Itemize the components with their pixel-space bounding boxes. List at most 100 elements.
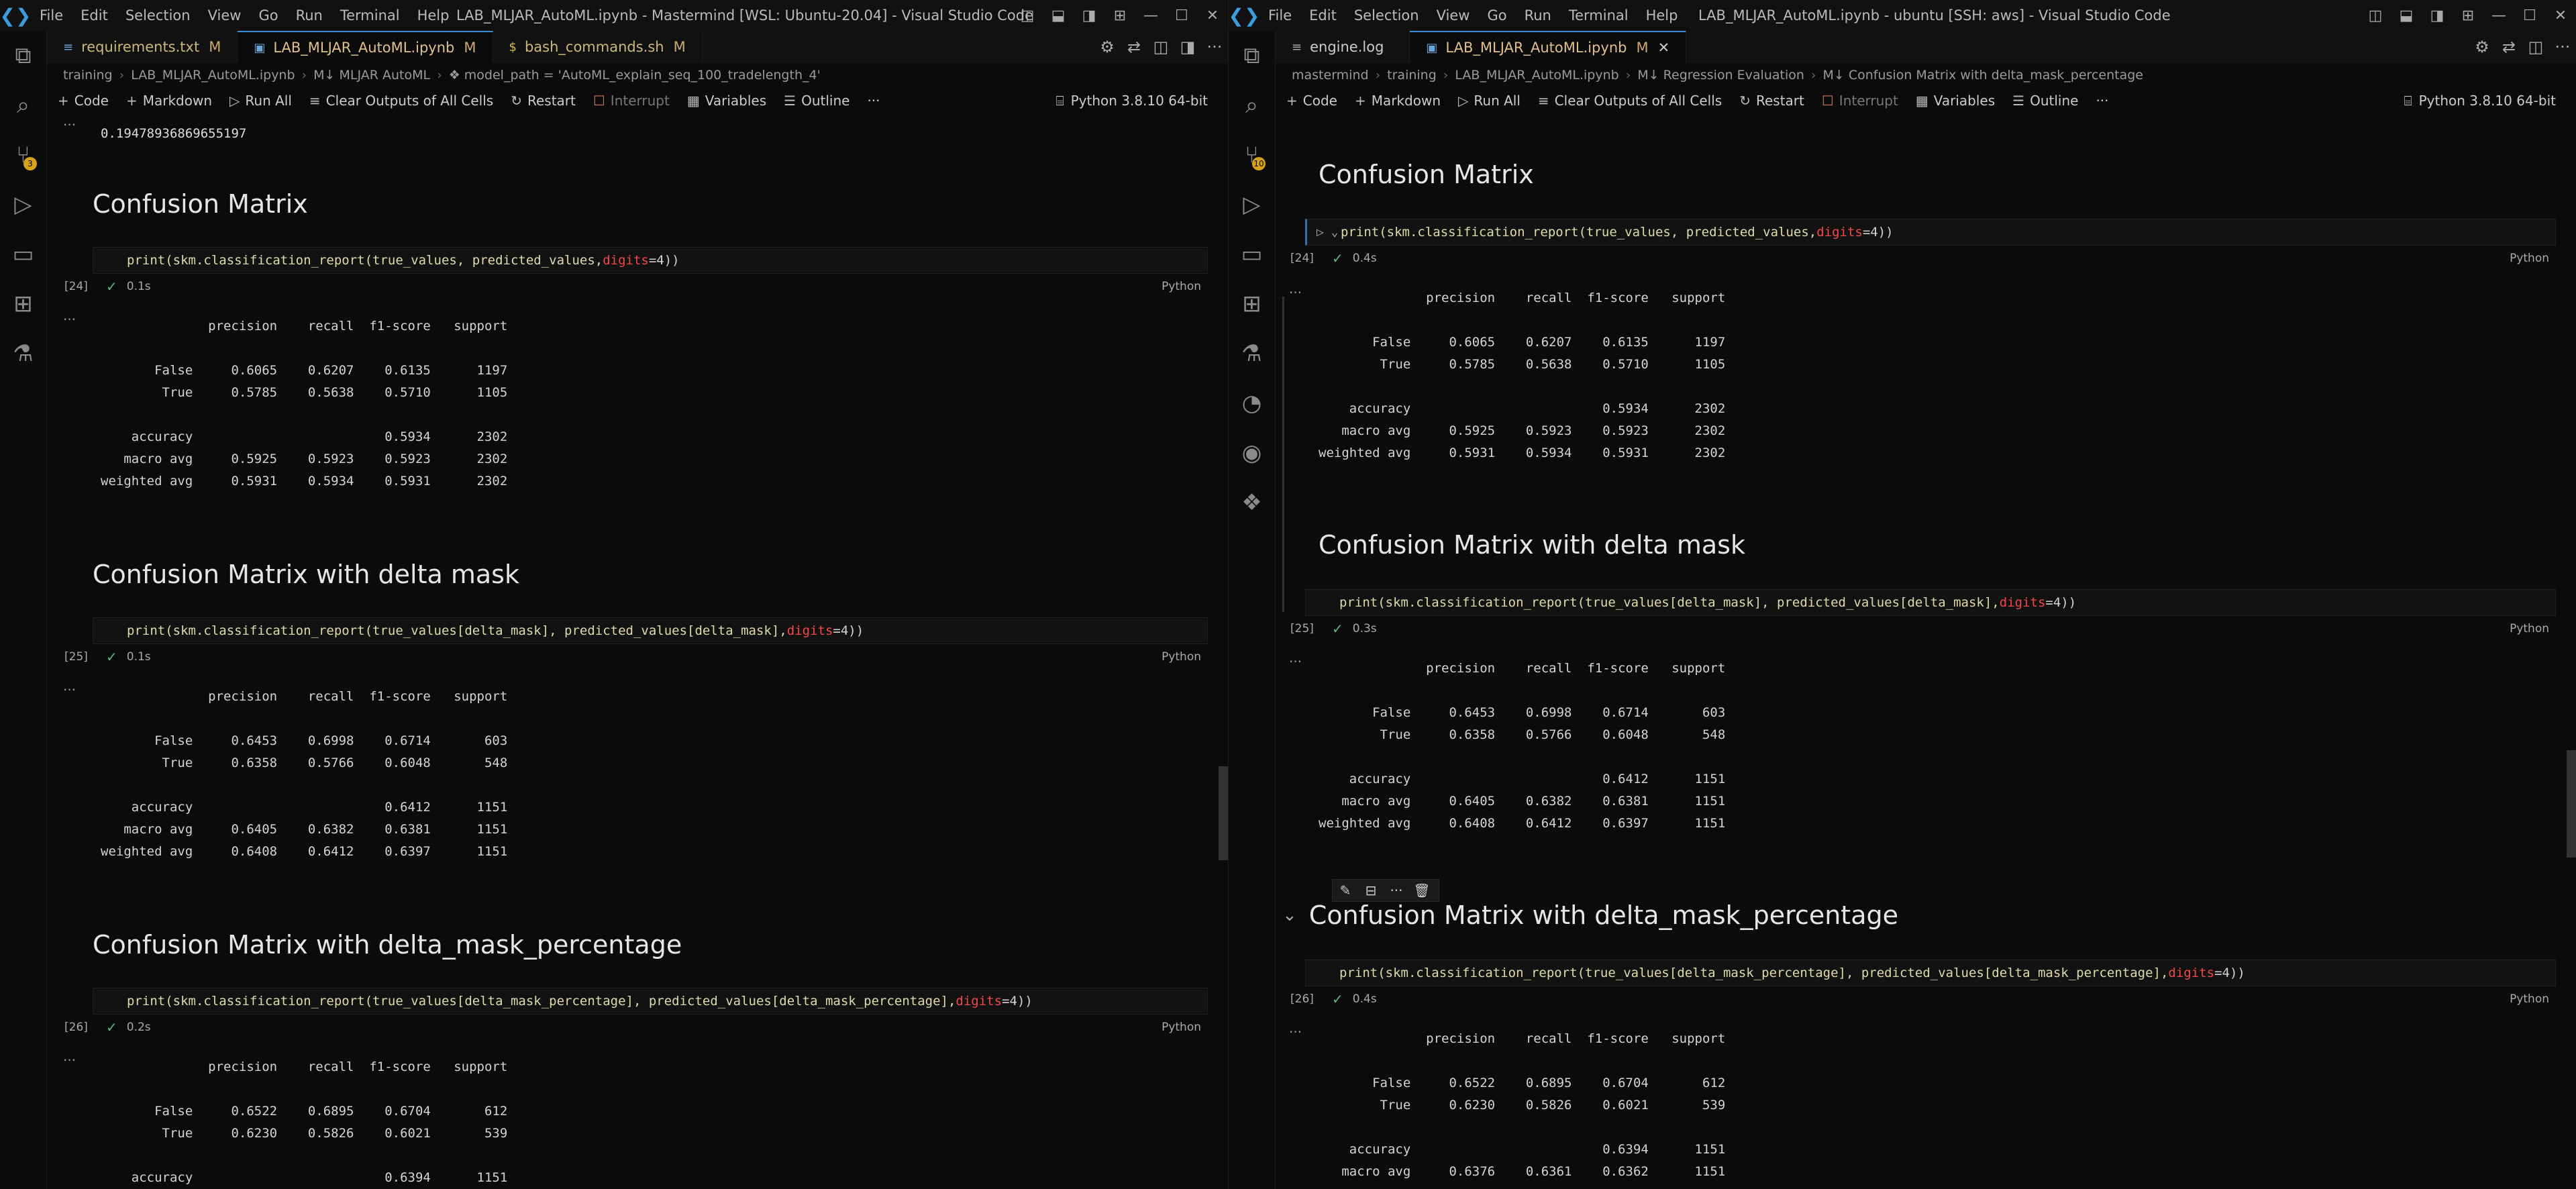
- cell-language[interactable]: Python: [1162, 280, 1201, 293]
- chevron-down-icon[interactable]: ⌄: [1282, 905, 1297, 925]
- cell-language[interactable]: Python: [2510, 252, 2549, 265]
- minimize-icon[interactable]: —: [1135, 7, 1166, 24]
- code-cell[interactable]: print(skm.classification_report(true_val…: [93, 247, 1208, 274]
- compare-icon[interactable]: ⇄: [1121, 38, 1147, 56]
- explorer-icon[interactable]: ⧉: [1229, 31, 1275, 81]
- menu-run[interactable]: Run: [1516, 7, 1560, 23]
- compare-icon[interactable]: ⇄: [2495, 38, 2522, 56]
- code-cell[interactable]: ▷ ⌄ print(skm.classification_report(true_…: [1305, 219, 2556, 246]
- testing-icon[interactable]: ⚗: [0, 329, 46, 378]
- markdown-heading[interactable]: Confusion Matrix with delta_mask_percent…: [93, 925, 682, 965]
- github-icon[interactable]: ◉: [1229, 428, 1275, 478]
- interrupt-button[interactable]: ☐ Interrupt: [1822, 93, 1898, 109]
- menu-go[interactable]: Go: [1478, 7, 1515, 23]
- markdown-heading[interactable]: Confusion Matrix with delta mask: [1319, 525, 1745, 565]
- menu-help[interactable]: Help: [1637, 7, 1687, 23]
- breadcrumb-item[interactable]: M↓ MLJAR AutoML: [313, 68, 430, 83]
- more-actions-icon[interactable]: ···: [1201, 38, 1228, 56]
- menu-edit[interactable]: Edit: [1300, 7, 1345, 23]
- cell-language[interactable]: Python: [1162, 650, 1201, 664]
- scrollbar[interactable]: [2567, 750, 2576, 858]
- markdown-heading[interactable]: Confusion Matrix with delta mask: [93, 554, 519, 594]
- kernel-picker[interactable]: ⌸ Python 3.8.10 64-bit: [1056, 87, 1208, 114]
- clear-outputs-button[interactable]: ≡ Clear Outputs of All Cells: [1538, 93, 1722, 109]
- add-code-button[interactable]: + Code: [1286, 93, 1337, 109]
- toggle-sidebar-icon[interactable]: ◫: [2360, 7, 2391, 24]
- remote-explorer-icon[interactable]: ▭: [1229, 229, 1275, 279]
- source-control-icon[interactable]: ⑂ 3: [0, 130, 46, 180]
- menu-view[interactable]: View: [1428, 7, 1479, 23]
- output-more-icon[interactable]: ···: [1289, 654, 1302, 670]
- extensions-icon[interactable]: ⊞: [0, 279, 46, 329]
- cell-language[interactable]: Python: [2510, 992, 2549, 1006]
- add-markdown-button[interactable]: + Markdown: [1355, 93, 1441, 109]
- cell-language[interactable]: Python: [2510, 622, 2549, 635]
- close-icon[interactable]: ✕: [2545, 7, 2576, 24]
- markdown-heading[interactable]: ⌄ Confusion Matrix with delta_mask_percen…: [1282, 895, 1898, 935]
- scrollbar[interactable]: [1219, 766, 1228, 860]
- breadcrumb-item[interactable]: training: [1387, 68, 1437, 83]
- split-editor-icon[interactable]: ◨: [1174, 38, 1201, 56]
- restart-button[interactable]: ↻ Restart: [511, 93, 576, 109]
- output-more-icon[interactable]: ···: [1289, 1024, 1302, 1040]
- code-cell[interactable]: print(skm.classification_report(true_val…: [1305, 960, 2556, 986]
- extensions-icon[interactable]: ⊞: [1229, 279, 1275, 329]
- clear-outputs-button[interactable]: ≡ Clear Outputs of All Cells: [309, 93, 493, 109]
- add-code-button[interactable]: + Code: [58, 93, 109, 109]
- code-cell[interactable]: print(skm.classification_report(true_val…: [1305, 589, 2556, 616]
- explorer-icon[interactable]: ⧉: [0, 31, 46, 81]
- toggle-secondary-sidebar-icon[interactable]: ◨: [1074, 7, 1104, 24]
- cell-language[interactable]: Python: [1162, 1021, 1201, 1034]
- maximize-icon[interactable]: ☐: [1166, 7, 1197, 24]
- interrupt-button[interactable]: ☐ Interrupt: [593, 93, 670, 109]
- output-more-icon[interactable]: ···: [63, 311, 76, 327]
- notebook-editor[interactable]: Confusion Matrix ▷ ⌄ print(skm.classifica…: [1276, 115, 2576, 1189]
- menu-run[interactable]: Run: [287, 7, 331, 23]
- run-debug-icon[interactable]: ▷: [0, 180, 46, 229]
- add-markdown-button[interactable]: + Markdown: [126, 93, 212, 109]
- customize-layout-icon[interactable]: ⊞: [1104, 7, 1135, 24]
- toggle-panel-icon[interactable]: ⬓: [1043, 7, 1074, 24]
- search-icon[interactable]: ⌕: [0, 81, 46, 130]
- more-toolbar-button[interactable]: ···: [867, 93, 880, 109]
- tab-bash-commands[interactable]: $ bash_commands.sh M: [493, 31, 703, 63]
- output-more-icon[interactable]: ···: [63, 117, 76, 133]
- source-control-icon[interactable]: ⑂ 10: [1229, 130, 1275, 180]
- outline-button[interactable]: ☰ Outline: [784, 93, 849, 109]
- menu-edit[interactable]: Edit: [72, 7, 117, 23]
- more-actions-icon[interactable]: ···: [2549, 38, 2576, 56]
- menu-terminal[interactable]: Terminal: [331, 7, 409, 23]
- split-editor-icon[interactable]: ◫: [2522, 38, 2549, 56]
- output-more-icon[interactable]: ···: [63, 1052, 76, 1068]
- variables-button[interactable]: ▦ Variables: [687, 93, 766, 109]
- menu-help[interactable]: Help: [409, 7, 458, 23]
- tab-engine-log[interactable]: ≡ engine.log: [1276, 31, 1410, 63]
- code-cell[interactable]: print(skm.classification_report(true_val…: [93, 617, 1208, 644]
- variables-button[interactable]: ▦ Variables: [1916, 93, 1995, 109]
- breadcrumb-item[interactable]: LAB_MLJAR_AutoML.ipynb: [1455, 68, 1618, 83]
- code-cell[interactable]: print(skm.classification_report(true_val…: [93, 988, 1208, 1015]
- breadcrumb-item[interactable]: mastermind: [1292, 68, 1369, 83]
- run-all-button[interactable]: ▷ Run All: [229, 93, 292, 109]
- layout-icon[interactable]: ◫: [1147, 38, 1174, 56]
- toggle-sidebar-icon[interactable]: ◫: [1012, 7, 1043, 24]
- outline-button[interactable]: ☰ Outline: [2012, 93, 2078, 109]
- output-more-icon[interactable]: ···: [63, 682, 76, 698]
- menu-go[interactable]: Go: [250, 7, 287, 23]
- menu-file[interactable]: File: [1259, 7, 1300, 23]
- run-debug-icon[interactable]: ▷: [1229, 180, 1275, 229]
- breadcrumb-item[interactable]: training: [63, 68, 113, 83]
- breadcrumb-item[interactable]: M↓ Regression Evaluation: [1637, 68, 1804, 83]
- close-tab-icon[interactable]: ✕: [1658, 40, 1670, 56]
- remote-explorer-icon[interactable]: ▭: [0, 229, 46, 279]
- run-cell-icon[interactable]: ▷ ⌄: [1317, 225, 1339, 240]
- customize-layout-icon[interactable]: ⊞: [2453, 7, 2483, 24]
- menu-view[interactable]: View: [199, 7, 250, 23]
- minimize-icon[interactable]: —: [2483, 7, 2514, 24]
- menu-terminal[interactable]: Terminal: [1560, 7, 1637, 23]
- testing-icon[interactable]: ⚗: [1229, 329, 1275, 378]
- close-icon[interactable]: ✕: [1197, 7, 1228, 24]
- output-more-icon[interactable]: ···: [1289, 285, 1302, 301]
- maximize-icon[interactable]: ☐: [2514, 7, 2545, 24]
- search-icon[interactable]: ⌕: [1229, 81, 1275, 130]
